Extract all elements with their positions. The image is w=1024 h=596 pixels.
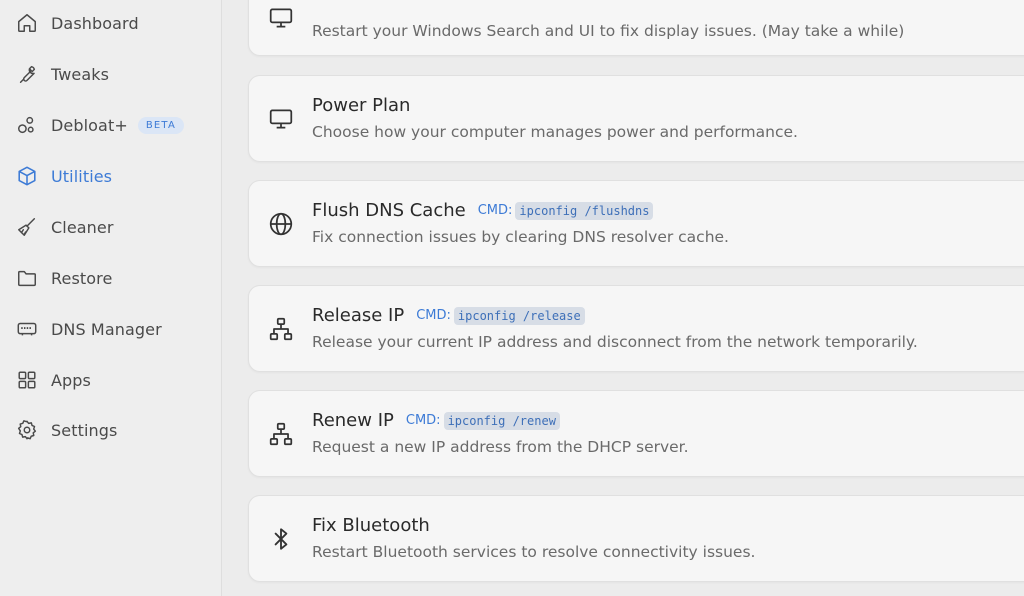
sidebar-item-restore[interactable]: Restore (0, 258, 221, 298)
sidebar-item-cleaner[interactable]: Cleaner (0, 207, 221, 247)
card-description: Choose how your computer manages power a… (312, 123, 798, 141)
card-title: Power Plan (312, 95, 411, 116)
sidebar-item-label: Debloat+ (51, 115, 128, 135)
card-title: Renew IP (312, 410, 394, 431)
renew-ip-card[interactable]: Renew IP CMD: ipconfig /renew Request a … (248, 390, 1024, 477)
card-description: Release your current IP address and disc… (312, 333, 918, 351)
sidebar-item-tweaks[interactable]: Tweaks (0, 54, 221, 94)
sidebar-item-dashboard[interactable]: Dashboard (0, 3, 221, 43)
grid-icon (16, 369, 38, 391)
sidebar-item-label: Dashboard (51, 13, 139, 33)
sidebar-item-label: Tweaks (51, 64, 110, 84)
home-icon (16, 12, 38, 34)
app-window: Dashboard Tweaks Debloat+ BETA Utilities (0, 0, 1024, 596)
power-plan-card[interactable]: Power Plan Choose how your computer mana… (248, 75, 1024, 162)
router-icon (16, 318, 38, 340)
sidebar-item-label: Restore (51, 268, 113, 288)
release-ip-card[interactable]: Release IP CMD: ipconfig /release Releas… (248, 285, 1024, 372)
fix-bluetooth-card[interactable]: Fix Bluetooth Restart Bluetooth services… (248, 495, 1024, 582)
sidebar-item-label: Apps (51, 370, 91, 390)
wrench-icon (16, 63, 38, 85)
cube-icon (16, 165, 38, 187)
monitor-icon (267, 105, 295, 133)
cmd-code: ipconfig /flushdns (515, 201, 654, 220)
bluetooth-icon (267, 525, 295, 553)
globe-icon (267, 210, 295, 238)
cmd-label: CMD: (477, 203, 513, 218)
cmd-label: CMD: (416, 308, 451, 323)
beta-badge: BETA (137, 116, 184, 134)
sidebar-item-label: Settings (51, 420, 118, 440)
sidebar-item-apps[interactable]: Apps (0, 360, 221, 400)
restart-explorer-card[interactable]: Restart your Windows Search and UI to fi… (248, 0, 1024, 56)
card-description: Restart your Windows Search and UI to fi… (312, 22, 905, 40)
card-description: Fix connection issues by clearing DNS re… (312, 228, 729, 246)
utilities-panel: Restart your Windows Search and UI to fi… (222, 0, 1024, 596)
card-description: Restart Bluetooth services to resolve co… (312, 543, 756, 561)
flush-dns-card[interactable]: Flush DNS Cache CMD: ipconfig /flushdns … (248, 180, 1024, 267)
sidebar: Dashboard Tweaks Debloat+ BETA Utilities (0, 0, 222, 596)
sidebar-item-utilities[interactable]: Utilities (0, 156, 221, 196)
sidebar-item-dns-manager[interactable]: DNS Manager (0, 309, 221, 349)
cmd-code: ipconfig /renew (443, 411, 560, 430)
sidebar-item-debloat[interactable]: Debloat+ BETA (0, 105, 221, 145)
network-icon (267, 420, 295, 448)
folder-icon (16, 267, 38, 289)
card-description: Request a new IP address from the DHCP s… (312, 438, 689, 456)
sidebar-item-label: DNS Manager (51, 319, 162, 339)
bubbles-icon (16, 114, 38, 136)
broom-icon (16, 216, 38, 238)
sidebar-item-label: Utilities (51, 166, 113, 186)
cmd-label: CMD: (405, 413, 441, 428)
sidebar-item-label: Cleaner (51, 217, 114, 237)
sidebar-item-settings[interactable]: Settings (0, 410, 221, 450)
gear-icon (16, 419, 38, 441)
monitor-icon (267, 4, 295, 32)
card-title: Fix Bluetooth (312, 515, 430, 536)
network-icon (267, 315, 295, 343)
card-title: Flush DNS Cache (312, 200, 466, 221)
cmd-code: ipconfig /release (453, 306, 585, 325)
card-title: Release IP (312, 305, 405, 326)
